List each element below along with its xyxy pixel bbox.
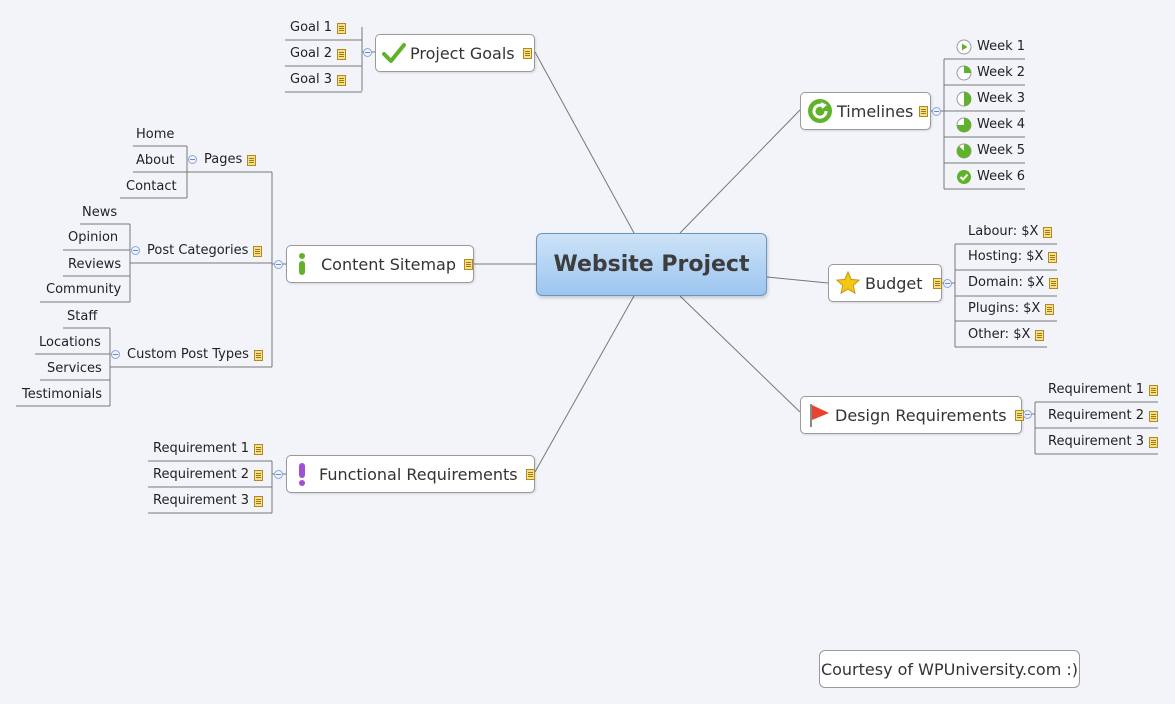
leaf-home[interactable]: Home <box>136 127 174 143</box>
leaf-week-2[interactable]: Week 2 <box>956 65 1025 81</box>
leaf-plugins[interactable]: Plugins: $X <box>968 301 1055 317</box>
leaf-week-3[interactable]: Week 3 <box>956 91 1025 107</box>
leaf-week-1[interactable]: Week 1 <box>956 39 1025 55</box>
note-icon[interactable] <box>1149 410 1159 422</box>
leaf-week-5[interactable]: Week 5 <box>956 143 1025 159</box>
collapse-toggle[interactable] <box>274 470 283 479</box>
leaf-functional-req-1[interactable]: Requirement 1 <box>153 441 264 457</box>
topic-label: Project Goals <box>410 43 515 63</box>
leaf-opinion[interactable]: Opinion <box>68 230 118 246</box>
leaf-design-req-2[interactable]: Requirement 2 <box>1048 408 1159 424</box>
note-icon[interactable] <box>337 74 347 86</box>
note-icon[interactable] <box>463 258 473 270</box>
progress-near-full-icon <box>956 143 972 159</box>
leaf-design-req-1[interactable]: Requirement 1 <box>1048 382 1159 398</box>
collapse-toggle[interactable] <box>932 107 941 116</box>
collapse-toggle[interactable] <box>1023 410 1032 419</box>
leaf-functional-req-2[interactable]: Requirement 2 <box>153 467 264 483</box>
collapse-toggle[interactable] <box>274 260 283 269</box>
topic-label: Content Sitemap <box>321 254 456 274</box>
topic-label: Budget <box>865 273 923 293</box>
topic-label: Functional Requirements <box>319 464 518 484</box>
info-icon <box>299 253 305 275</box>
leaf-community[interactable]: Community <box>46 282 121 298</box>
leaf-domain[interactable]: Domain: $X <box>968 275 1059 291</box>
topic-timelines[interactable]: Timelines <box>800 92 931 130</box>
note-icon[interactable] <box>337 48 347 60</box>
central-topic[interactable]: Website Project <box>536 233 767 296</box>
note-icon[interactable] <box>525 468 535 480</box>
note-icon[interactable] <box>919 105 929 117</box>
note-icon[interactable] <box>932 277 942 289</box>
leaf-week-4[interactable]: Week 4 <box>956 117 1025 133</box>
collapse-toggle[interactable] <box>131 246 140 255</box>
note-icon[interactable] <box>254 495 264 507</box>
leaf-hosting[interactable]: Hosting: $X <box>968 249 1058 265</box>
subtopic-custom-post-types[interactable]: Custom Post Types <box>127 347 263 363</box>
note-icon[interactable] <box>1045 303 1055 315</box>
topic-content-sitemap[interactable]: Content Sitemap <box>286 245 474 283</box>
progress-start-icon <box>956 39 972 55</box>
progress-complete-icon <box>957 170 971 184</box>
leaf-locations[interactable]: Locations <box>39 335 101 351</box>
topic-project-goals[interactable]: Project Goals <box>375 34 535 72</box>
note-icon[interactable] <box>253 245 263 257</box>
leaf-goal-2[interactable]: Goal 2 <box>290 46 347 62</box>
topic-label: Timelines <box>837 101 914 121</box>
leaf-labour[interactable]: Labour: $X <box>968 224 1053 240</box>
leaf-functional-req-3[interactable]: Requirement 3 <box>153 493 264 509</box>
exclamation-icon <box>299 463 305 486</box>
note-icon[interactable] <box>1043 226 1053 238</box>
note-icon[interactable] <box>522 47 532 59</box>
leaf-testimonials[interactable]: Testimonials <box>22 387 102 403</box>
star-icon <box>835 270 861 295</box>
collapse-toggle[interactable] <box>111 350 120 359</box>
collapse-toggle[interactable] <box>188 155 197 164</box>
collapse-toggle[interactable] <box>943 279 952 288</box>
note-icon[interactable] <box>1049 277 1059 289</box>
subtopic-pages[interactable]: Pages <box>204 152 257 168</box>
note-icon[interactable] <box>254 443 264 455</box>
leaf-goal-1[interactable]: Goal 1 <box>290 20 347 36</box>
leaf-staff[interactable]: Staff <box>67 309 97 325</box>
note-icon[interactable] <box>337 22 347 34</box>
topic-budget[interactable]: Budget <box>828 264 942 302</box>
topic-label: Design Requirements <box>835 405 1007 425</box>
progress-three-quarter-icon <box>956 117 972 133</box>
leaf-week-6[interactable]: Week 6 <box>956 169 1025 185</box>
note-icon[interactable] <box>1149 436 1159 448</box>
collapse-toggle[interactable] <box>363 48 372 57</box>
note-icon[interactable] <box>1048 251 1058 263</box>
progress-quarter-icon <box>956 65 972 81</box>
note-icon[interactable] <box>253 349 263 361</box>
leaf-services[interactable]: Services <box>47 361 102 377</box>
check-icon <box>382 43 406 63</box>
leaf-about[interactable]: About <box>136 153 174 169</box>
leaf-other[interactable]: Other: $X <box>968 327 1045 343</box>
topic-design-requirements[interactable]: Design Requirements <box>800 396 1024 434</box>
leaf-contact[interactable]: Contact <box>126 179 177 195</box>
progress-half-icon <box>956 91 972 107</box>
flag-icon <box>810 404 829 427</box>
topic-functional-requirements[interactable]: Functional Requirements <box>286 455 535 493</box>
note-icon[interactable] <box>1149 384 1159 396</box>
leaf-goal-3[interactable]: Goal 3 <box>290 72 347 88</box>
leaf-reviews[interactable]: Reviews <box>68 257 121 273</box>
note-icon[interactable] <box>1035 329 1045 341</box>
leaf-design-req-3[interactable]: Requirement 3 <box>1048 434 1159 450</box>
courtesy-topic[interactable]: Courtesy of WPUniversity.com :) <box>819 650 1080 688</box>
note-icon[interactable] <box>254 469 264 481</box>
subtopic-post-categories[interactable]: Post Categories <box>147 243 263 259</box>
note-icon[interactable] <box>247 154 257 166</box>
leaf-news[interactable]: News <box>82 205 117 221</box>
refresh-icon <box>808 99 832 123</box>
